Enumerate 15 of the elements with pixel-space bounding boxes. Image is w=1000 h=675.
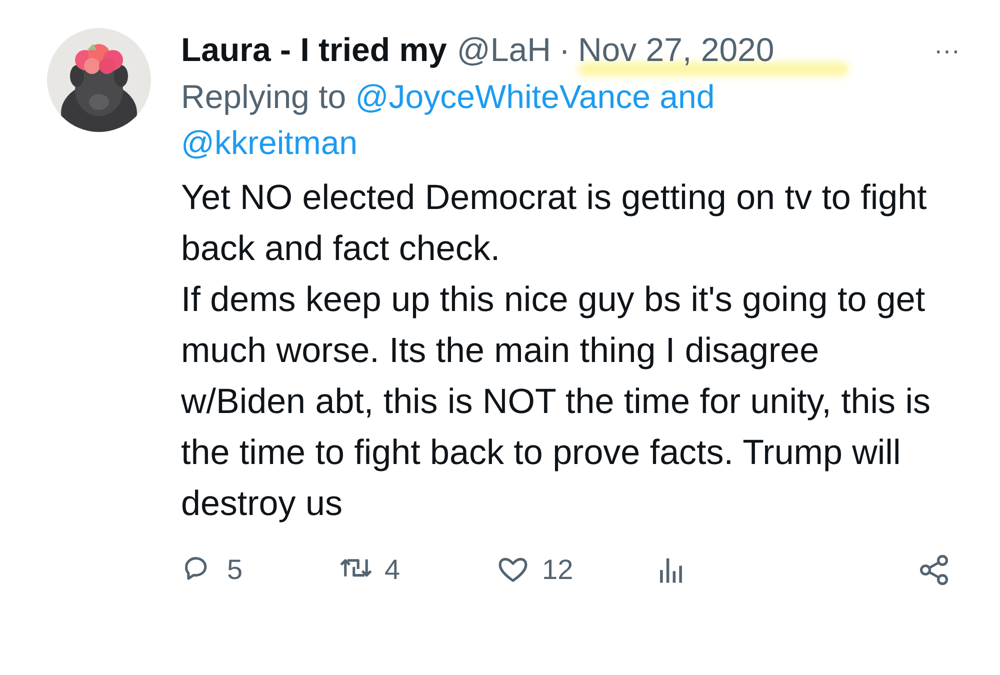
- share-icon[interactable]: [917, 553, 951, 587]
- joiner-text: and: [658, 78, 715, 115]
- more-button[interactable]: ···: [934, 28, 960, 72]
- action-count: 12: [542, 553, 574, 587]
- action-count: 4: [384, 553, 400, 587]
- mention-link[interactable]: @JoyceWhiteVance: [355, 78, 650, 115]
- author-name: Laura - I tried my: [181, 30, 447, 70]
- action-count: 5: [227, 553, 243, 587]
- tweet-text: If dems keep up this nice guy bs it's going to get much worse. Its the main thing I disagree w/Biden abt, this is NOT the time for unity, this is the time to fight back to prove facts. Trump will destroy us: [181, 279, 932, 525]
- separator: ·: [558, 30, 570, 70]
- replying-to: Replying to @JoyceWhiteVance and @kkreitman: [181, 77, 716, 163]
- author-handle: @LaH: [456, 30, 551, 70]
- tweet-date: Nov 27, 2020: [578, 31, 774, 68]
- tweet-text: Yet NO elected Democrat is getting on tv to fight back and fact check.: [181, 177, 928, 270]
- mention-link[interactable]: @kkreitman: [181, 124, 358, 161]
